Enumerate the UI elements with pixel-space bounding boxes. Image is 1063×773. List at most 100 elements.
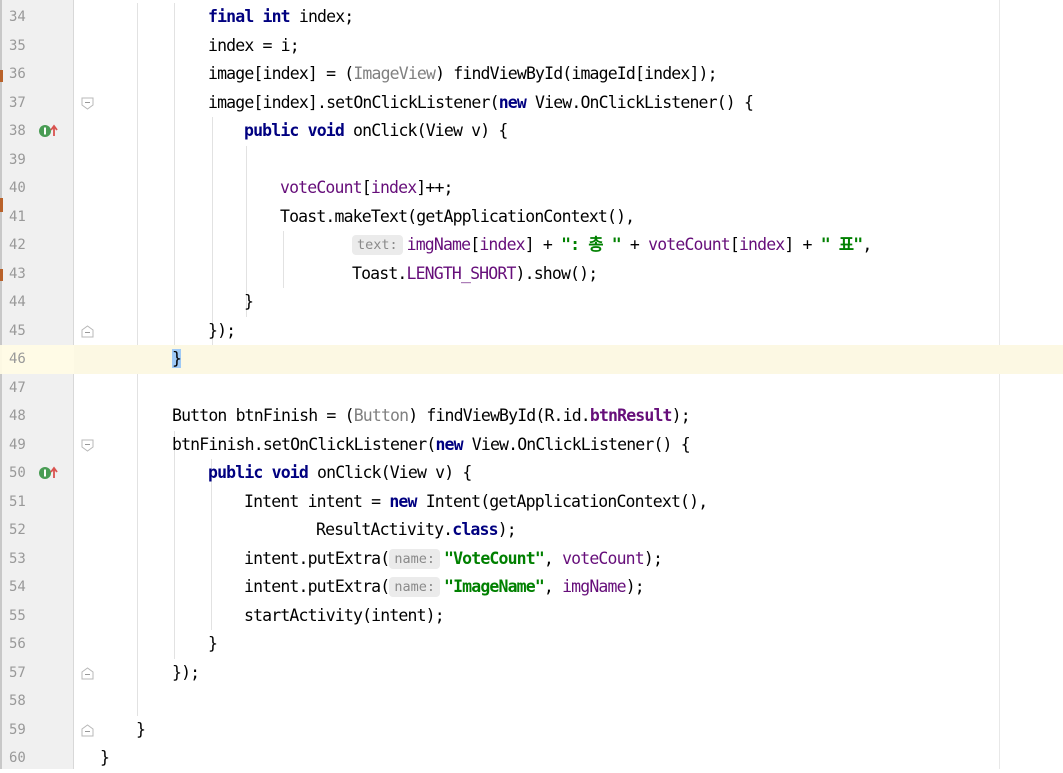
code-token: Button btnFinish = ( — [172, 406, 355, 425]
line-number[interactable]: 35 — [9, 32, 31, 61]
code-line[interactable]: 45}); — [0, 317, 1063, 346]
line-number[interactable]: 60 — [9, 744, 31, 773]
code-line[interactable]: 51 Intent intent = new Intent(getApplicat… — [0, 488, 1063, 517]
code-line[interactable]: 41 Toast.makeText(getApplicationContext()… — [0, 203, 1063, 232]
code-line[interactable]: 55 startActivity(intent); — [0, 602, 1063, 631]
code-line[interactable]: 43 Toast.LENGTH_SHORT).show(); — [0, 260, 1063, 289]
code-line[interactable]: 52 ResultActivity.class); — [0, 516, 1063, 545]
code-text[interactable]: image[index].setOnClickListener(new View… — [208, 89, 754, 118]
code-line[interactable]: 56} — [0, 630, 1063, 659]
line-number[interactable]: 51 — [9, 488, 31, 517]
code-text[interactable]: image[index] = (ImageView) findViewById(… — [208, 60, 718, 89]
line-number[interactable]: 48 — [9, 402, 31, 431]
line-number[interactable]: 59 — [9, 716, 31, 745]
code-line[interactable]: 36 image[index] = (ImageView) findViewByI… — [0, 60, 1063, 89]
code-text[interactable]: voteCount[index]++; — [280, 174, 453, 203]
code-token: } — [100, 748, 110, 767]
code-token: }); — [172, 662, 200, 682]
fold-expanded-icon[interactable] — [81, 97, 94, 110]
line-number[interactable]: 50 — [9, 459, 31, 488]
code-line[interactable]: 37 image[index].setOnClickListener(new Vi… — [0, 89, 1063, 118]
code-token: ) findViewById(imageId[index]); — [435, 64, 717, 83]
implements-method-icon[interactable] — [38, 124, 62, 138]
code-line[interactable]: 39 — [0, 146, 1063, 175]
code-text[interactable]: text: imgName[index] + ": 총 " + voteCount… — [352, 231, 872, 260]
code-line[interactable]: 34 final int index; — [0, 3, 1063, 32]
code-line-caret[interactable]: 46} — [0, 345, 1063, 374]
code-line[interactable]: 49 btnFinish.setOnClickListener(new View.… — [0, 431, 1063, 460]
line-number[interactable]: 42 — [9, 231, 31, 260]
code-text[interactable]: Button btnFinish = (Button) findViewById… — [172, 402, 691, 431]
line-number[interactable]: 53 — [9, 545, 31, 574]
code-text[interactable]: intent.putExtra(name: "VoteCount", voteCo… — [244, 545, 663, 574]
code-text[interactable]: Toast.makeText(getApplicationContext(), — [280, 203, 635, 232]
code-token: void — [307, 121, 345, 140]
line-number[interactable]: 38 — [9, 117, 31, 146]
code-token: imgName — [562, 577, 626, 596]
code-line[interactable]: 48 Button btnFinish = (Button) findViewBy… — [0, 402, 1063, 431]
code-token: , — [543, 577, 563, 596]
fold-end-icon[interactable] — [81, 324, 94, 338]
code-text[interactable]: public void onClick(View v) { — [244, 117, 508, 146]
code-line[interactable]: 50 public void onClick(View v) { — [0, 459, 1063, 488]
code-text[interactable]: btnFinish.setOnClickListener(new View.On… — [172, 431, 691, 460]
code-text[interactable]: Toast.LENGTH_SHORT).show(); — [352, 260, 598, 289]
code-token: View.OnClickListener() { — [462, 434, 691, 454]
parameter-hint: name: — [389, 577, 440, 597]
line-number[interactable]: 39 — [9, 146, 31, 175]
line-number[interactable]: 45 — [9, 317, 31, 346]
implements-method-icon[interactable] — [38, 466, 62, 480]
code-text[interactable]: ResultActivity.class); — [316, 516, 517, 545]
code-editor[interactable]: 34 final int index; 35 index = i; 36 image[in… — [0, 0, 1063, 769]
code-text[interactable]: final int index; — [208, 3, 354, 32]
code-token: "VoteCount" — [443, 548, 545, 568]
code-line[interactable]: 59} — [0, 716, 1063, 745]
line-number[interactable]: 56 — [9, 630, 31, 659]
line-number[interactable]: 43 — [9, 260, 31, 289]
code-line[interactable]: 38 public void onClick(View v) { — [0, 117, 1063, 146]
code-text[interactable]: } — [100, 744, 110, 773]
code-text[interactable]: }); — [208, 317, 236, 346]
code-token: } — [136, 719, 146, 739]
code-token: LENGTH_SHORT — [406, 263, 517, 283]
code-text[interactable]: public void onClick(View v) { — [208, 459, 472, 488]
code-line[interactable]: 60} — [0, 744, 1063, 773]
line-number[interactable]: 41 — [9, 203, 31, 232]
code-text[interactable]: } — [208, 630, 218, 659]
code-text[interactable]: startActivity(intent); — [244, 602, 445, 631]
code-text[interactable]: intent.putExtra(name: "ImageName", imgNam… — [244, 573, 645, 602]
line-number[interactable]: 47 — [9, 374, 31, 403]
code-text[interactable]: } — [172, 345, 182, 374]
line-number[interactable]: 44 — [9, 288, 31, 317]
code-line[interactable]: 54 intent.putExtra(name: "ImageName", imgN… — [0, 573, 1063, 602]
fold-expanded-icon[interactable] — [81, 439, 94, 452]
code-line[interactable]: 44} — [0, 288, 1063, 317]
code-text[interactable]: } — [244, 288, 254, 317]
line-number[interactable]: 55 — [9, 602, 31, 631]
code-token: ImageView — [353, 64, 436, 83]
line-number[interactable]: 52 — [9, 516, 31, 545]
line-number[interactable]: 54 — [9, 573, 31, 602]
code-line[interactable]: 58 — [0, 687, 1063, 716]
fold-end-icon[interactable] — [81, 666, 94, 680]
line-number[interactable]: 49 — [9, 431, 31, 460]
line-number[interactable]: 36 — [9, 60, 31, 89]
code-line[interactable]: 53 intent.putExtra(name: "VoteCount", vote… — [0, 545, 1063, 574]
code-line[interactable]: 35 index = i; — [0, 32, 1063, 61]
line-number[interactable]: 40 — [9, 174, 31, 203]
code-line[interactable]: 42 text: imgName[index] + ": 총 " + voteCou… — [0, 231, 1063, 260]
code-line[interactable]: 40 voteCount[index]++; — [0, 174, 1063, 203]
line-number[interactable]: 34 — [9, 3, 31, 32]
code-text[interactable]: Intent intent = new Intent(getApplicatio… — [244, 488, 708, 517]
line-number[interactable]: 37 — [9, 89, 31, 118]
code-text[interactable]: } — [136, 716, 146, 745]
line-number[interactable]: 46 — [9, 345, 31, 374]
code-line[interactable]: 57}); — [0, 659, 1063, 688]
line-number[interactable]: 57 — [9, 659, 31, 688]
code-text[interactable]: }); — [172, 659, 200, 688]
code-token: voteCount — [562, 548, 645, 568]
line-number[interactable]: 58 — [9, 687, 31, 716]
code-text[interactable]: index = i; — [208, 32, 300, 61]
fold-end-icon[interactable] — [81, 723, 94, 737]
code-line[interactable]: 47 — [0, 374, 1063, 403]
